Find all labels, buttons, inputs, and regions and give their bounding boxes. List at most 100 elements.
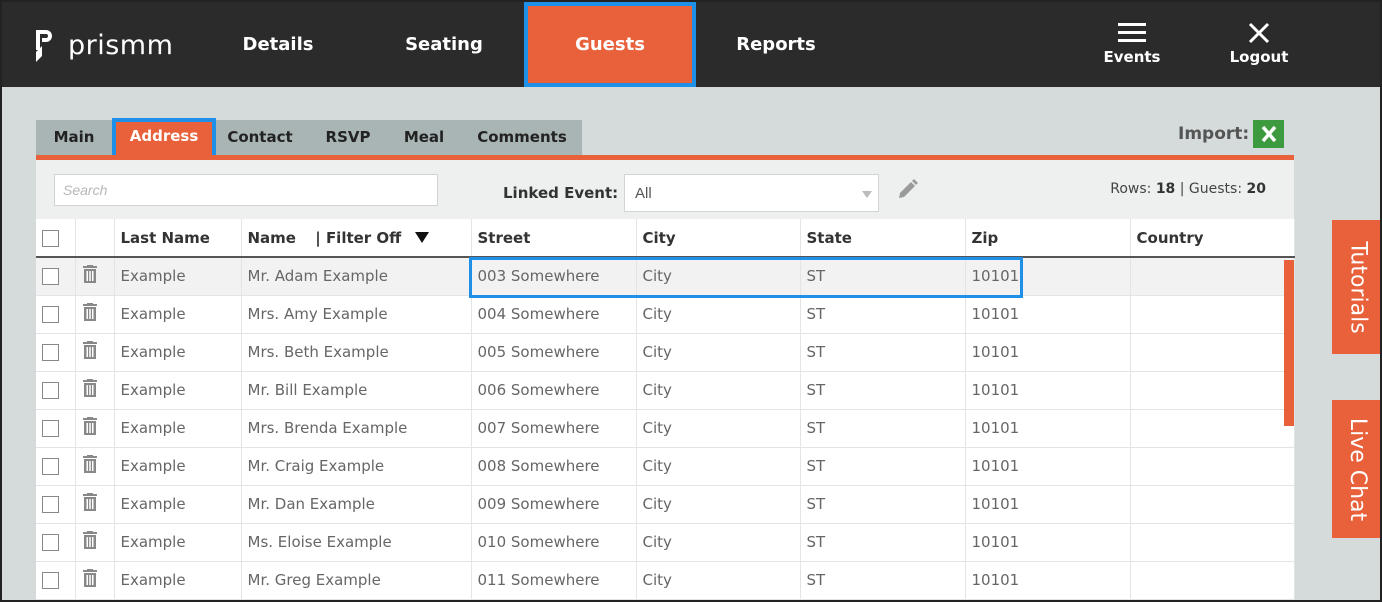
cell-name[interactable]: Mr. Dan Example bbox=[241, 485, 472, 524]
cell-zip[interactable]: 10101 bbox=[965, 371, 1131, 410]
cell-last-name[interactable]: Example bbox=[114, 409, 242, 448]
table-scrollbar[interactable] bbox=[1284, 260, 1294, 426]
filter-dropdown-icon[interactable] bbox=[414, 229, 429, 247]
cell-street[interactable]: 010 Somewhere bbox=[471, 523, 637, 562]
cell-name[interactable]: Mr. Greg Example bbox=[241, 561, 472, 600]
cell-country[interactable] bbox=[1130, 523, 1295, 562]
cell-state[interactable]: ST bbox=[800, 409, 966, 448]
table-row[interactable]: Example Mr. Craig Example 008 Somewhere Cit… bbox=[36, 447, 1295, 486]
cell-city[interactable]: City bbox=[636, 333, 801, 372]
tab-main[interactable]: Main bbox=[36, 120, 112, 156]
cell-zip[interactable]: 10101 bbox=[965, 485, 1131, 524]
cell-name[interactable]: Mrs. Brenda Example bbox=[241, 409, 472, 448]
cell-zip[interactable]: 10101 bbox=[965, 333, 1131, 372]
nav-guests[interactable]: Guests bbox=[524, 2, 696, 87]
row-checkbox[interactable] bbox=[42, 268, 59, 286]
search-input[interactable]: Search bbox=[54, 174, 438, 206]
column-header-state[interactable]: State bbox=[800, 219, 966, 258]
cell-name[interactable]: Mrs. Beth Example bbox=[241, 333, 472, 372]
trash-icon[interactable] bbox=[82, 493, 98, 515]
cell-zip[interactable]: 10101 bbox=[965, 561, 1131, 600]
nav-seating[interactable]: Seating bbox=[374, 2, 514, 87]
table-row[interactable]: Example Mrs. Beth Example 005 Somewhere Cit… bbox=[36, 333, 1295, 372]
cell-street[interactable]: 007 Somewhere bbox=[471, 409, 637, 448]
cell-name[interactable]: Mr. Bill Example bbox=[241, 371, 472, 410]
cell-country[interactable] bbox=[1130, 561, 1295, 600]
row-checkbox[interactable] bbox=[42, 458, 59, 475]
filter-toggle[interactable]: Filter Off bbox=[326, 229, 401, 247]
cell-state[interactable]: ST bbox=[800, 523, 966, 562]
cell-last-name[interactable]: Example bbox=[114, 485, 242, 524]
cell-city[interactable]: City bbox=[636, 409, 801, 448]
nav-reports[interactable]: Reports bbox=[706, 2, 846, 87]
cell-country[interactable] bbox=[1130, 447, 1295, 486]
column-header-street[interactable]: Street bbox=[471, 219, 637, 258]
cell-last-name[interactable]: Example bbox=[114, 371, 242, 410]
column-header-name[interactable]: Name | Filter Off bbox=[241, 219, 472, 258]
cell-last-name[interactable]: Example bbox=[114, 295, 242, 334]
cell-street[interactable]: 009 Somewhere bbox=[471, 485, 637, 524]
cell-last-name[interactable]: Example bbox=[114, 257, 242, 296]
trash-icon[interactable] bbox=[82, 531, 98, 553]
trash-icon[interactable] bbox=[82, 303, 98, 325]
column-header-last-name[interactable]: Last Name bbox=[114, 219, 242, 258]
cell-country[interactable] bbox=[1130, 371, 1295, 410]
select-all-checkbox[interactable] bbox=[42, 229, 59, 247]
nav-details[interactable]: Details bbox=[208, 2, 348, 87]
cell-name[interactable]: Mrs. Amy Example bbox=[241, 295, 472, 334]
tab-address[interactable]: Address bbox=[112, 118, 216, 160]
row-checkbox[interactable] bbox=[42, 344, 59, 361]
cell-state[interactable]: ST bbox=[800, 561, 966, 600]
row-checkbox[interactable] bbox=[42, 572, 59, 589]
row-checkbox[interactable] bbox=[42, 496, 59, 513]
cell-country[interactable] bbox=[1130, 295, 1295, 334]
cell-name[interactable]: Mr. Adam Example bbox=[241, 257, 472, 296]
cell-state[interactable]: ST bbox=[800, 371, 966, 410]
row-checkbox[interactable] bbox=[42, 306, 59, 323]
table-row[interactable]: Example Mr. Dan Example 009 Somewhere City S… bbox=[36, 485, 1295, 524]
linked-event-select[interactable]: All bbox=[624, 174, 879, 212]
cell-zip[interactable]: 10101 bbox=[965, 523, 1131, 562]
cell-city[interactable]: City bbox=[636, 561, 801, 600]
cell-city[interactable]: City bbox=[636, 447, 801, 486]
cell-zip[interactable]: 10101 bbox=[965, 409, 1131, 448]
tutorials-tab[interactable]: Tutorials bbox=[1332, 220, 1380, 354]
cell-state[interactable]: ST bbox=[800, 485, 966, 524]
trash-icon[interactable] bbox=[82, 265, 98, 287]
cell-street[interactable]: 008 Somewhere bbox=[471, 447, 637, 486]
cell-last-name[interactable]: Example bbox=[114, 333, 242, 372]
trash-icon[interactable] bbox=[82, 569, 98, 591]
tab-comments[interactable]: Comments bbox=[470, 120, 574, 156]
excel-import-icon[interactable] bbox=[1253, 120, 1285, 148]
cell-country[interactable] bbox=[1130, 257, 1295, 296]
cell-zip[interactable]: 10101 bbox=[965, 295, 1131, 334]
cell-last-name[interactable]: Example bbox=[114, 561, 242, 600]
cell-street[interactable]: 006 Somewhere bbox=[471, 371, 637, 410]
tab-contact[interactable]: Contact bbox=[220, 120, 300, 156]
tab-meal[interactable]: Meal bbox=[392, 120, 456, 156]
column-header-zip[interactable]: Zip bbox=[965, 219, 1131, 258]
cell-state[interactable]: ST bbox=[800, 295, 966, 334]
cell-street[interactable]: 011 Somewhere bbox=[471, 561, 637, 600]
table-row[interactable]: Example Mr. Bill Example 006 Somewhere City… bbox=[36, 371, 1295, 410]
cell-country[interactable] bbox=[1130, 409, 1295, 448]
cell-city[interactable]: City bbox=[636, 523, 801, 562]
trash-icon[interactable] bbox=[82, 455, 98, 477]
trash-icon[interactable] bbox=[82, 417, 98, 439]
table-row[interactable]: Example Mrs. Brenda Example 007 Somewhere C… bbox=[36, 409, 1295, 448]
row-checkbox[interactable] bbox=[42, 382, 59, 399]
table-row[interactable]: Example Ms. Eloise Example 010 Somewhere Ci… bbox=[36, 523, 1295, 562]
cell-state[interactable]: ST bbox=[800, 447, 966, 486]
live-chat-tab[interactable]: Live Chat bbox=[1332, 400, 1380, 538]
table-row[interactable]: Example Mrs. Amy Example 004 Somewhere City… bbox=[36, 295, 1295, 334]
cell-street[interactable]: 005 Somewhere bbox=[471, 333, 637, 372]
logout-button[interactable]: Logout bbox=[1209, 18, 1309, 66]
cell-city[interactable]: City bbox=[636, 371, 801, 410]
tab-rsvp[interactable]: RSVP bbox=[316, 120, 380, 156]
cell-country[interactable] bbox=[1130, 485, 1295, 524]
cell-last-name[interactable]: Example bbox=[114, 447, 242, 486]
row-checkbox[interactable] bbox=[42, 420, 59, 437]
trash-icon[interactable] bbox=[82, 379, 98, 401]
events-button[interactable]: Events bbox=[1082, 18, 1182, 66]
cell-last-name[interactable]: Example bbox=[114, 523, 242, 562]
